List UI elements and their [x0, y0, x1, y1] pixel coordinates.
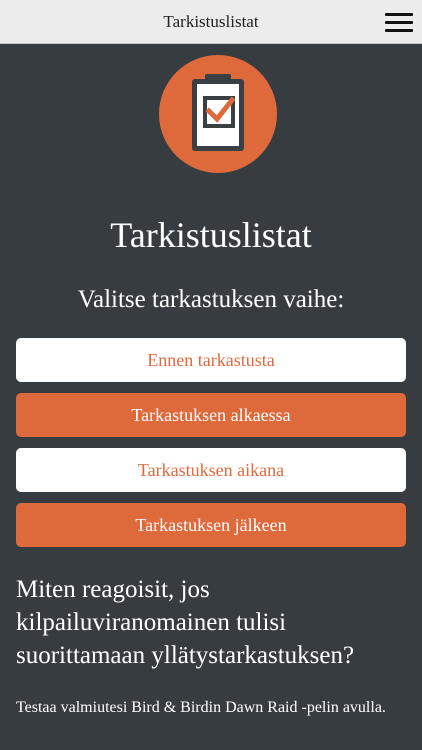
phase-button-during-inspection[interactable]: Tarkastuksen aikana: [16, 448, 406, 492]
phase-button-after-inspection[interactable]: Tarkastuksen jälkeen: [16, 503, 406, 547]
dawn-raid-description: Testaa valmiutesi Bird & Birdin Dawn Rai…: [16, 699, 386, 716]
page-title: Tarkistuslistat: [110, 215, 312, 255]
phase-prompt: Valitse tarkastuksen vaihe:: [77, 286, 345, 313]
phase-button-before-inspection[interactable]: Ennen tarkastusta: [16, 338, 406, 382]
app-title: Tarkistuslistat: [163, 12, 259, 31]
top-bar: Tarkistuslistat: [0, 0, 422, 44]
dawn-raid-question: Miten reagoisit, jos kilpailuviranomaine…: [16, 576, 355, 669]
clipboard-checkmark-icon: [159, 55, 277, 173]
phase-button-inspection-start[interactable]: Tarkastuksen alkaessa: [16, 393, 406, 437]
hamburger-menu-icon[interactable]: [385, 13, 413, 33]
